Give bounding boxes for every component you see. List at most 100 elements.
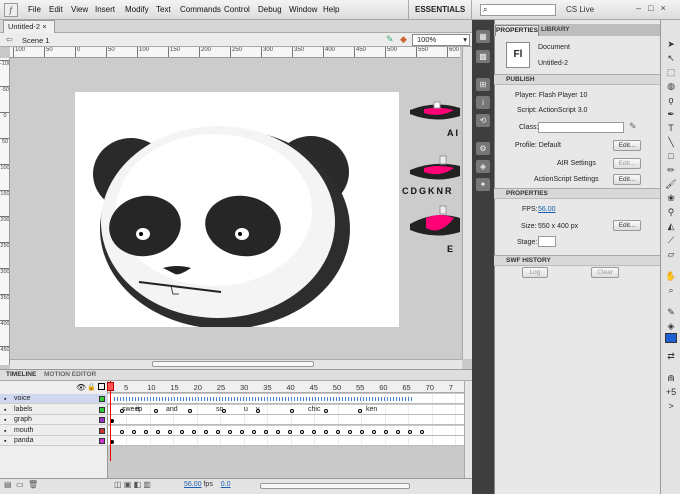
frame-row[interactable]: sweepitandsouychicken — [108, 404, 464, 415]
stroke-color-icon[interactable]: ✎ — [664, 306, 678, 319]
onion-skin-icon[interactable]: ◫ ▣ ◧ ▥ — [114, 480, 151, 489]
eye-icon[interactable]: 👁 — [76, 383, 86, 392]
free-transform-tool-icon[interactable]: ⬚ — [664, 66, 678, 79]
tab-motion-editor[interactable]: MOTION EDITOR — [44, 371, 96, 378]
new-layer-icon[interactable]: ▤ — [4, 480, 12, 489]
stage-color-swatch[interactable] — [538, 236, 556, 247]
pencil-tool-icon[interactable]: ✏ — [664, 164, 678, 177]
layer-row[interactable]: ▪ labels — [0, 405, 108, 415]
keyframe[interactable] — [348, 429, 352, 434]
edit-symbols-icon[interactable]: ◆ — [400, 34, 407, 45]
layer-outline-color[interactable] — [99, 427, 105, 434]
search-input[interactable]: ⌕ — [480, 4, 556, 16]
zoom-select[interactable]: 100% ▾ — [412, 34, 470, 46]
eraser-tool-icon[interactable]: ▱ — [664, 248, 678, 261]
fill-color-icon[interactable]: ◈ — [664, 320, 678, 333]
playhead-handle[interactable] — [107, 382, 114, 391]
tab-timeline[interactable]: TIMELINE — [6, 371, 36, 378]
menu-insert[interactable]: Insert — [95, 5, 115, 14]
keyframe[interactable] — [360, 429, 364, 434]
menu-debug[interactable]: Debug — [258, 5, 282, 14]
menu-control[interactable]: Control — [224, 5, 250, 14]
menu-text[interactable]: Text — [156, 5, 171, 14]
3d-rotation-tool-icon[interactable]: ◍ — [664, 80, 678, 93]
actionscript-settings-edit-button[interactable]: Edit... — [613, 174, 641, 185]
playhead[interactable] — [110, 381, 111, 461]
menu-help[interactable]: Help — [323, 5, 339, 14]
fps-value[interactable]: 56.00 — [184, 481, 202, 488]
mouth-shape-cdgknr[interactable] — [410, 154, 460, 186]
layer-outline-color[interactable] — [99, 396, 105, 402]
motion-presets-icon[interactable]: ✦ — [476, 178, 490, 191]
panda-illustration[interactable] — [75, 92, 399, 329]
keyframe[interactable] — [324, 408, 328, 413]
close-icon[interactable]: × — [42, 22, 46, 31]
keyframe[interactable] — [300, 429, 304, 434]
frame-label[interactable]: u — [244, 405, 248, 414]
layer-outline-color[interactable] — [99, 417, 105, 423]
straighten-icon[interactable]: > — [664, 400, 678, 413]
lasso-tool-icon[interactable]: ϙ — [664, 94, 678, 107]
vertical-scrollbar[interactable] — [462, 47, 472, 359]
transform-icon[interactable]: ⟲ — [476, 114, 490, 127]
keyframe[interactable] — [228, 429, 232, 434]
mouth-shape-ai[interactable] — [410, 96, 460, 126]
snap-to-objects-icon[interactable]: ⋒ — [664, 372, 678, 385]
keyframe[interactable] — [288, 429, 292, 434]
log-button[interactable]: Log — [522, 267, 548, 278]
frame-row[interactable] — [108, 436, 464, 446]
layer-row[interactable]: ▪ voice — [0, 394, 108, 404]
frame-row[interactable] — [108, 425, 464, 436]
menu-file[interactable]: File — [28, 5, 41, 14]
keyframe[interactable] — [216, 429, 220, 434]
deco-tool-icon[interactable]: ❀ — [664, 192, 678, 205]
layer-outline-color[interactable] — [99, 438, 105, 444]
keyframe[interactable] — [276, 429, 280, 434]
smooth-icon[interactable]: +5 — [664, 386, 678, 399]
back-arrow-icon[interactable]: ⇦ — [6, 35, 13, 44]
outline-icon[interactable] — [98, 383, 105, 390]
horizontal-scroll-thumb[interactable] — [152, 361, 314, 367]
cs-live-button[interactable]: CS Live — [566, 5, 594, 14]
publish-section-header[interactable]: PUBLISH — [494, 74, 660, 85]
text-tool-icon[interactable]: T — [664, 122, 678, 135]
pencil-icon[interactable]: ✎ — [629, 121, 637, 132]
info-icon[interactable]: i — [476, 96, 490, 109]
menu-commands[interactable]: Commands — [180, 5, 221, 14]
menu-modify[interactable]: Modify — [125, 5, 149, 14]
keyframe[interactable] — [324, 429, 328, 434]
window-controls[interactable]: –□× — [636, 3, 673, 13]
tab-properties[interactable]: PROPERTIES — [495, 25, 539, 36]
menu-edit[interactable]: Edit — [49, 5, 63, 14]
keyframe[interactable] — [192, 429, 196, 434]
keyframe[interactable] — [420, 429, 424, 434]
workspace-switcher[interactable]: ESSENTIALS — [408, 0, 472, 19]
keyframe[interactable] — [120, 408, 124, 413]
keyframe[interactable] — [168, 429, 172, 434]
zoom-tool-icon[interactable]: ⌕ — [664, 284, 678, 297]
keyframe[interactable] — [264, 429, 268, 434]
frame-label[interactable]: chic — [308, 405, 320, 414]
keyframe[interactable] — [256, 408, 260, 413]
mouth-shape-e[interactable] — [410, 204, 460, 242]
stage[interactable] — [75, 92, 399, 329]
keyframe[interactable] — [408, 429, 412, 434]
clear-button[interactable]: Clear — [591, 267, 619, 278]
components-icon[interactable]: ◈ — [476, 160, 490, 173]
layer-row[interactable]: ▪ graph — [0, 415, 108, 425]
subselection-tool-icon[interactable]: ↖ — [664, 52, 678, 65]
time-value[interactable]: 0.0 — [221, 481, 231, 488]
layer-outline-color[interactable] — [99, 406, 105, 413]
new-folder-icon[interactable]: ▭ — [16, 480, 24, 489]
keyframe[interactable] — [312, 429, 316, 434]
timeline-scroll-thumb[interactable] — [260, 483, 410, 489]
keyframe[interactable] — [188, 408, 192, 413]
hand-tool-icon[interactable]: ✋ — [664, 270, 678, 283]
pasteboard[interactable]: AI CDGKNR E — [10, 58, 460, 359]
fps-field[interactable]: 56.00 — [538, 206, 556, 213]
keyframe[interactable] — [290, 408, 294, 413]
keyframe[interactable] — [156, 429, 160, 434]
menu-window[interactable]: Window — [289, 5, 317, 14]
code-snippets-icon[interactable]: ⚙ — [476, 142, 490, 155]
keyframe[interactable] — [132, 429, 136, 434]
